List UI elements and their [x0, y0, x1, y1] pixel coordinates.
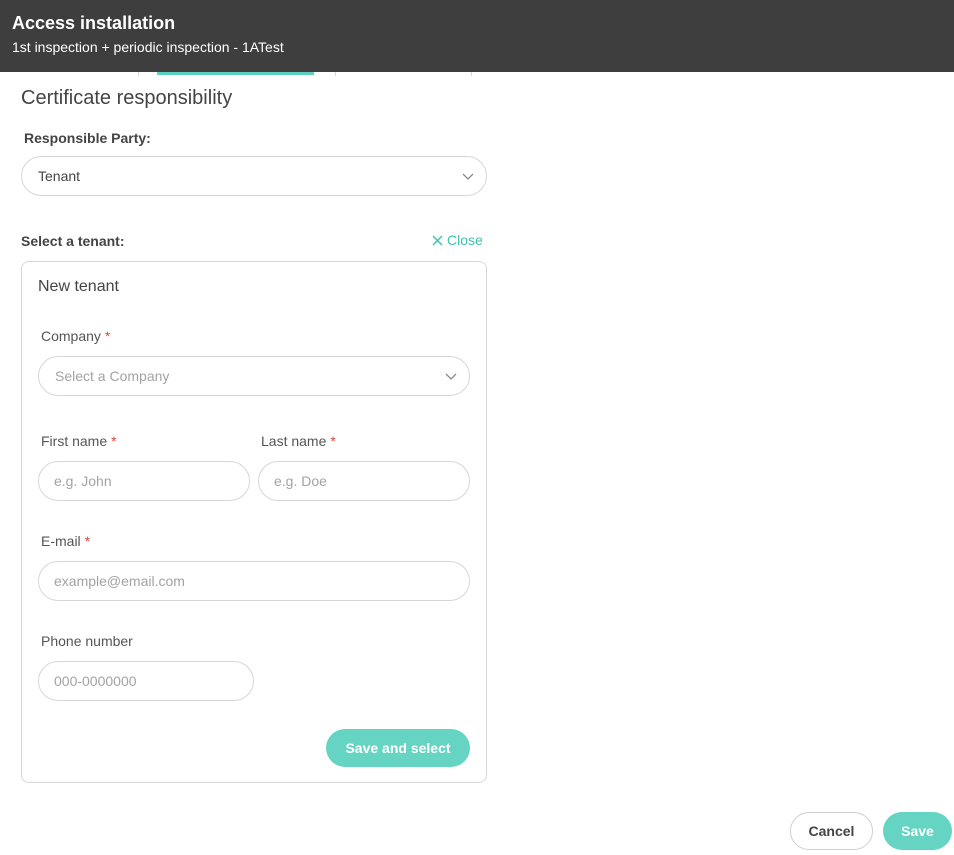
company-placeholder: Select a Company [55, 368, 170, 384]
section-title: Certificate responsibility [21, 87, 233, 109]
first-name-label-text: First name [41, 433, 108, 449]
email-label-text: E-mail [41, 533, 81, 549]
dialog-title: Access installation [12, 13, 176, 33]
dialog-subtitle: 1st inspection + periodic inspection - 1… [12, 39, 284, 55]
last-name-input[interactable] [258, 461, 470, 501]
tab-divider [471, 72, 472, 76]
email-label: E-mail * [41, 533, 90, 549]
last-name-label-text: Last name [261, 433, 327, 449]
first-name-input[interactable] [38, 461, 250, 501]
responsible-party-label: Responsible Party: [24, 130, 151, 146]
responsible-party-value: Tenant [38, 168, 81, 184]
dialog-header: Access installation 1st inspection + per… [0, 0, 954, 72]
required-marker: * [330, 433, 336, 449]
tab-divider [138, 72, 139, 76]
company-select[interactable]: Select a Company [38, 356, 470, 396]
phone-input[interactable] [38, 661, 254, 701]
tab-divider [335, 72, 336, 76]
cancel-button[interactable]: Cancel [790, 812, 873, 850]
required-marker: * [104, 328, 111, 344]
company-label-text: Company [41, 328, 101, 344]
required-marker: * [84, 533, 91, 549]
phone-label: Phone number [41, 633, 133, 649]
first-name-label: First name * [41, 433, 117, 449]
new-tenant-card: New tenant Company * Select a Company Fir… [21, 261, 487, 783]
chevron-down-icon [462, 173, 474, 180]
required-marker: * [111, 433, 117, 449]
responsible-party-select[interactable]: Tenant [21, 156, 487, 196]
active-tab-indicator [157, 72, 314, 75]
last-name-label: Last name * [261, 433, 336, 449]
company-label: Company * [41, 328, 110, 344]
close-label: Close [447, 232, 483, 248]
close-x-icon [432, 235, 443, 245]
email-input[interactable] [38, 561, 470, 601]
new-tenant-title: New tenant [38, 278, 119, 295]
save-button[interactable]: Save [883, 812, 952, 850]
select-tenant-label: Select a tenant: [21, 233, 125, 249]
close-button[interactable]: Close [432, 232, 483, 248]
save-and-select-button[interactable]: Save and select [326, 729, 470, 767]
phone-label-text: Phone number [41, 633, 133, 649]
tab-strip [0, 72, 954, 76]
chevron-down-icon [445, 373, 457, 380]
